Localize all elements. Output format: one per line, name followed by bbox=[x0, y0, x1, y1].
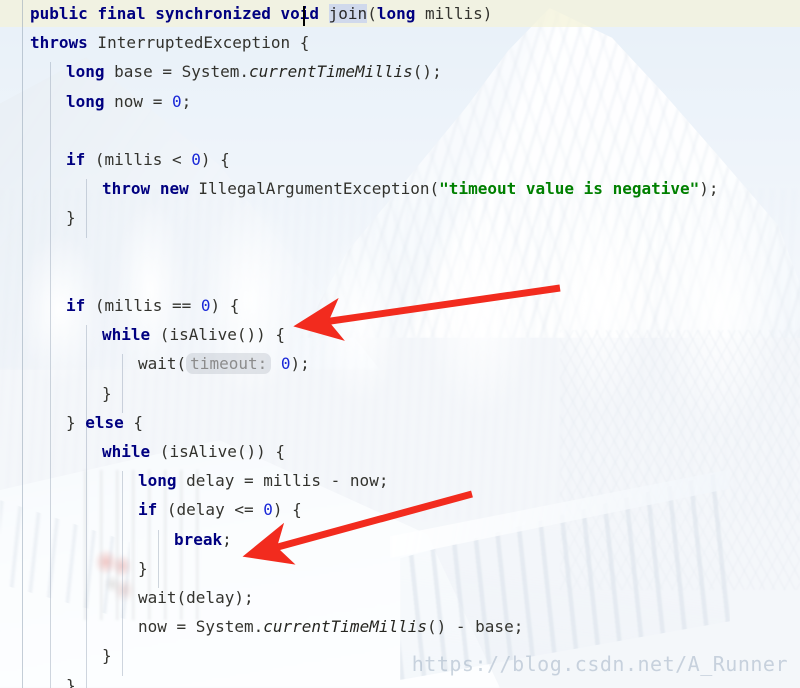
code-line[interactable]: now = System.currentTimeMillis() - base; bbox=[138, 617, 523, 637]
editor-left-margin-rule bbox=[22, 0, 23, 688]
code-token: millis) bbox=[415, 4, 493, 23]
code-token: else bbox=[85, 412, 124, 432]
code-token: (delay <= bbox=[157, 500, 264, 520]
code-line[interactable]: long now = 0; bbox=[66, 92, 191, 112]
code-token: wait(delay); bbox=[138, 588, 254, 607]
code-token: ) { bbox=[200, 150, 230, 169]
code-token: ) { bbox=[272, 500, 302, 520]
code-token: break bbox=[174, 529, 223, 549]
code-token: while bbox=[102, 325, 151, 345]
code-line[interactable]: long base = System.currentTimeMillis(); bbox=[66, 62, 442, 82]
code-token: "timeout value is negative" bbox=[439, 179, 700, 199]
code-token: (millis == bbox=[85, 296, 201, 315]
code-line[interactable]: public final synchronized void join(long… bbox=[30, 4, 492, 24]
code-token: 0 bbox=[200, 296, 211, 315]
code-token: now = bbox=[104, 91, 172, 111]
code-token: throws bbox=[30, 33, 88, 53]
code-token: 0 bbox=[171, 91, 182, 111]
code-token: long bbox=[138, 471, 177, 491]
code-line[interactable]: while (isAlive()) { bbox=[102, 442, 285, 462]
code-token: 0 bbox=[263, 500, 273, 520]
indent-guide-line bbox=[158, 529, 159, 588]
code-line[interactable]: } bbox=[138, 559, 148, 579]
code-token: } bbox=[102, 646, 112, 666]
code-line[interactable]: } else { bbox=[66, 413, 143, 433]
code-line[interactable]: if (millis < 0) { bbox=[66, 150, 230, 170]
code-token: long bbox=[376, 4, 416, 23]
code-line[interactable]: } bbox=[66, 208, 76, 228]
code-token: join bbox=[328, 4, 368, 23]
code-token: long bbox=[66, 91, 105, 111]
code-token: long bbox=[66, 62, 105, 82]
code-token: now = System. bbox=[138, 617, 264, 637]
code-line[interactable]: } bbox=[102, 646, 112, 666]
code-token: IllegalArgumentException( bbox=[188, 179, 440, 199]
code-token: currentTimeMillis bbox=[263, 617, 427, 637]
code-token: if bbox=[66, 150, 86, 169]
code-token: throw bbox=[102, 179, 151, 199]
indent-guide-line bbox=[122, 471, 123, 676]
code-token: 0 bbox=[280, 354, 291, 374]
code-token: void bbox=[280, 4, 320, 23]
code-token: if bbox=[138, 500, 158, 520]
code-line[interactable]: } bbox=[66, 676, 76, 688]
code-token: { bbox=[123, 412, 144, 432]
indent-guide-line bbox=[86, 325, 87, 688]
code-line[interactable]: long delay = millis - now; bbox=[138, 471, 388, 491]
code-line[interactable]: if (millis == 0) { bbox=[66, 296, 239, 316]
code-token: ; bbox=[222, 529, 232, 549]
code-token: if bbox=[66, 296, 86, 315]
code-token: } bbox=[66, 412, 86, 432]
code-line[interactable]: wait(delay); bbox=[138, 588, 254, 608]
code-token: (); bbox=[412, 62, 442, 82]
code-token: () - base; bbox=[427, 617, 524, 637]
code-token: } bbox=[66, 675, 76, 688]
code-token: new bbox=[159, 179, 189, 199]
code-line[interactable]: if (delay <= 0) { bbox=[138, 500, 302, 520]
code-token: base = System. bbox=[104, 62, 250, 82]
code-token: ) { bbox=[210, 296, 240, 315]
code-token: 0 bbox=[191, 150, 201, 169]
code-token: ; bbox=[181, 91, 192, 111]
code-token: final bbox=[97, 4, 146, 23]
code-token: while bbox=[102, 442, 151, 461]
code-token: ); bbox=[290, 354, 310, 374]
code-token: timeout: bbox=[186, 353, 272, 375]
code-line[interactable]: wait(timeout: 0); bbox=[138, 353, 310, 375]
code-line[interactable]: while (isAlive()) { bbox=[102, 325, 285, 345]
code-line[interactable]: } bbox=[102, 384, 112, 404]
code-line[interactable]: break; bbox=[174, 530, 232, 550]
code-editor-screenshot: public final synchronized void join(long… bbox=[0, 0, 800, 688]
watermark-url: https://blog.csdn.net/A_Runner bbox=[411, 652, 788, 676]
code-token: delay = millis - now; bbox=[176, 471, 389, 491]
code-line[interactable]: throw new IllegalArgumentException("time… bbox=[102, 179, 719, 199]
code-token: wait( bbox=[138, 354, 187, 374]
code-token: synchronized bbox=[155, 4, 271, 23]
code-line[interactable]: throws InterruptedException { bbox=[30, 33, 309, 53]
text-caret bbox=[303, 6, 305, 26]
code-token: ); bbox=[699, 179, 719, 199]
code-token: (isAlive()) { bbox=[150, 442, 286, 461]
code-token: (millis < bbox=[85, 150, 192, 169]
code-token: InterruptedException { bbox=[87, 33, 310, 53]
code-token: } bbox=[66, 208, 76, 228]
code-token: (isAlive()) { bbox=[150, 325, 286, 345]
code-token: ( bbox=[367, 4, 377, 23]
code-token: } bbox=[102, 383, 112, 403]
code-token: } bbox=[138, 558, 148, 578]
code-token: public bbox=[30, 4, 88, 23]
indent-guide-line bbox=[50, 62, 51, 688]
code-token: currentTimeMillis bbox=[249, 62, 413, 82]
editor-surface[interactable]: public final synchronized void join(long… bbox=[0, 0, 800, 688]
indent-guide-line bbox=[86, 179, 87, 238]
indent-guide-line bbox=[122, 354, 123, 413]
